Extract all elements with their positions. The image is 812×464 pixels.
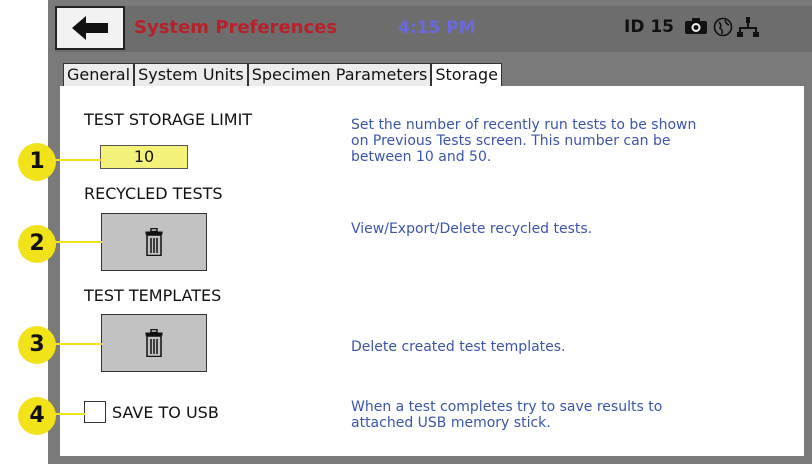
storage-limit-description-line3: between 10 and 50.	[351, 149, 492, 165]
storage-limit-label: TEST STORAGE LIMIT	[84, 110, 253, 129]
recycled-tests-label: RECYCLED TESTS	[84, 184, 223, 203]
callout-line-3	[50, 343, 102, 345]
save-to-usb-checkbox[interactable]	[84, 401, 106, 423]
save-to-usb-description-line2: attached USB memory stick.	[351, 415, 551, 431]
storage-limit-input[interactable]: 10	[100, 145, 188, 169]
back-button[interactable]	[55, 6, 125, 50]
tab-specimen-parameters[interactable]: Specimen Parameters	[247, 63, 432, 86]
callout-1: 1	[18, 143, 56, 181]
camera-icon[interactable]	[684, 17, 708, 35]
callout-line-2	[50, 241, 102, 243]
recycled-tests-description: View/Export/Delete recycled tests.	[351, 221, 593, 237]
callout-line-1	[50, 159, 102, 161]
test-templates-description: Delete created test templates.	[351, 339, 566, 355]
device-id: ID 15	[624, 17, 675, 37]
trash-icon	[145, 228, 163, 256]
back-arrow-icon	[72, 16, 108, 40]
tab-system-units[interactable]: System Units	[134, 63, 248, 86]
tab-bar: General System Units Specimen Parameters…	[63, 63, 502, 88]
save-to-usb-description-line1: When a test completes try to save result…	[351, 399, 663, 415]
save-to-usb-label[interactable]: SAVE TO USB	[112, 403, 219, 422]
callout-4: 4	[18, 397, 56, 435]
storage-limit-description-line1: Set the number of recently run tests to …	[351, 117, 697, 133]
recycled-tests-button[interactable]	[101, 213, 207, 271]
test-templates-label: TEST TEMPLATES	[84, 286, 222, 305]
tab-general[interactable]: General	[63, 63, 135, 86]
clock: 4:15 PM	[398, 18, 476, 38]
callout-3: 3	[18, 326, 56, 364]
trash-icon	[145, 329, 163, 357]
test-templates-button[interactable]	[101, 314, 207, 372]
tab-storage[interactable]: Storage	[431, 63, 502, 88]
network-icon[interactable]	[737, 17, 759, 37]
page-title: System Preferences	[134, 17, 338, 38]
globe-icon[interactable]	[713, 17, 733, 37]
callout-2: 2	[18, 225, 56, 263]
storage-limit-description-line2: on Previous Tests screen. This number ca…	[351, 133, 671, 149]
